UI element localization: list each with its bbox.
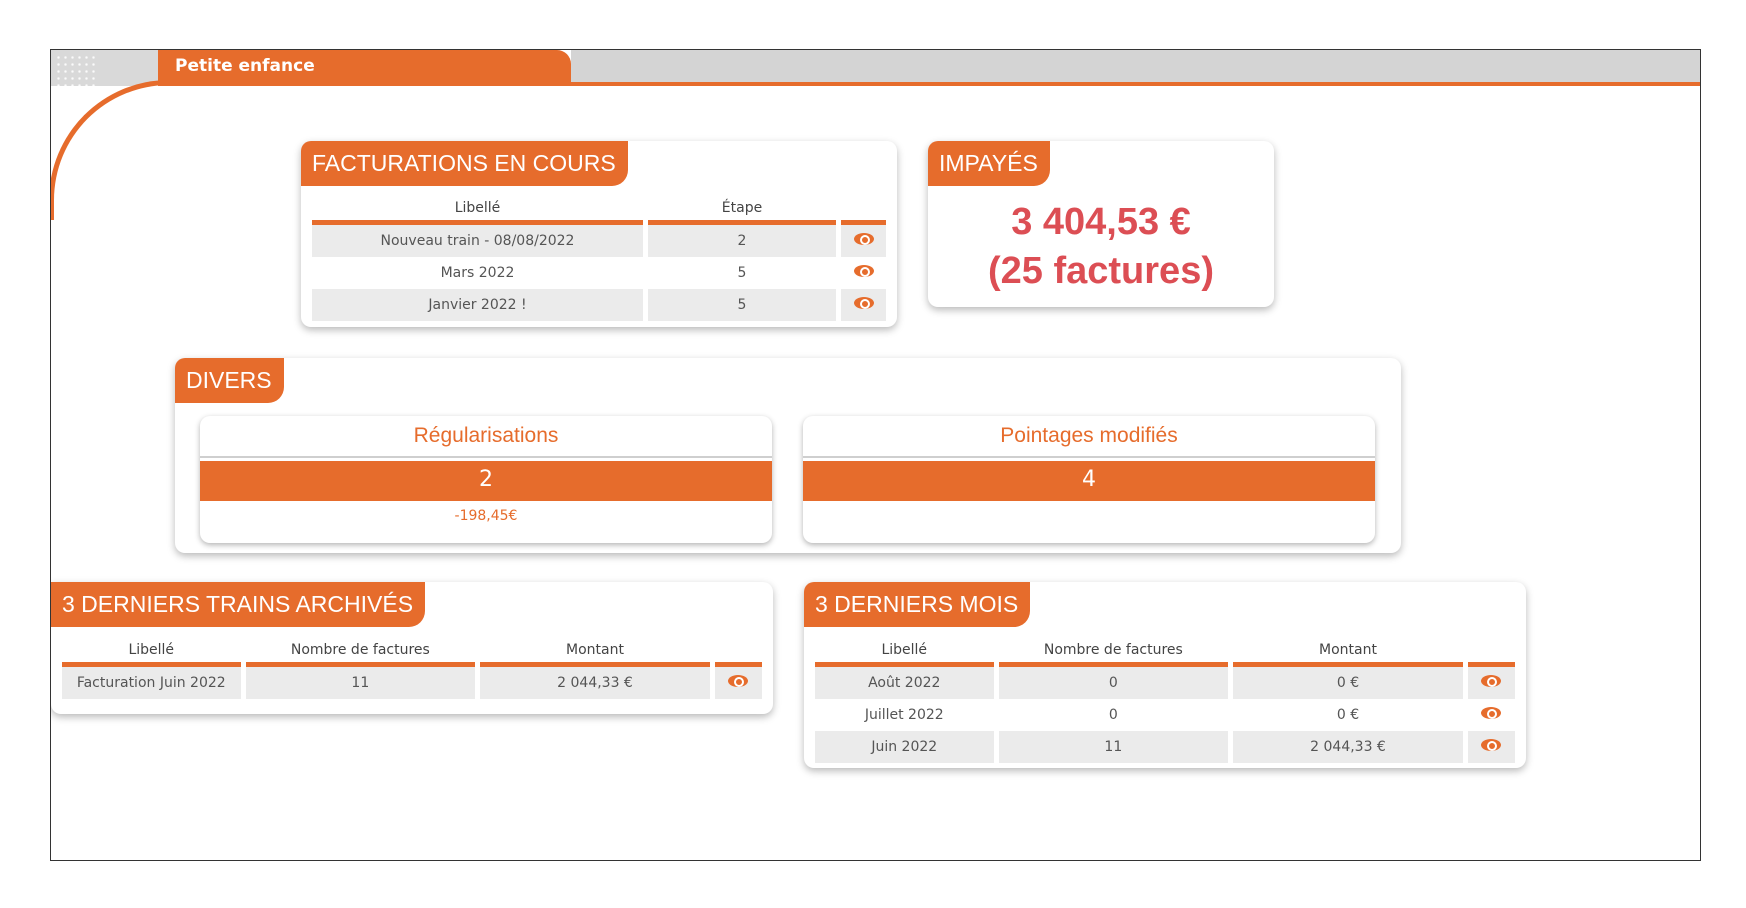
col-actions	[841, 195, 886, 225]
row-libelle: Nouveau train - 08/08/2022	[312, 225, 643, 257]
pointages-panel[interactable]: Pointages modifiés 4	[803, 416, 1375, 543]
derniers-mois-card: 3 DERNIERS MOIS Libellé Nombre de factur…	[804, 582, 1526, 768]
derniers-mois-title: 3 DERNIERS MOIS	[804, 582, 1031, 627]
view-button[interactable]	[841, 257, 886, 289]
col-libelle: Libellé	[312, 195, 643, 225]
regularisations-count: 2	[200, 461, 772, 501]
facturations-card: FACTURATIONS EN COURS Libellé Étape Nouv…	[301, 141, 897, 327]
row-libelle: Juillet 2022	[864, 707, 944, 723]
row-montant: 0 €	[1336, 707, 1360, 723]
row-libelle: Juin 2022	[815, 731, 994, 763]
eye-icon[interactable]	[1481, 706, 1502, 720]
col-nombre: Nombre de factures	[245, 637, 476, 667]
col-montant: Montant	[480, 637, 710, 667]
facturations-table: Libellé Étape Nouveau train - 08/08/2022…	[307, 195, 891, 321]
view-button[interactable]	[714, 667, 762, 699]
eye-icon[interactable]	[853, 296, 874, 310]
col-actions	[714, 637, 762, 667]
row-libelle: Facturation Juin 2022	[62, 667, 241, 699]
table-row: Juillet 2022 0 0 €	[815, 699, 1515, 731]
regularisations-panel[interactable]: Régularisations 2 -198,45€	[200, 416, 772, 543]
regularisations-title: Régularisations	[200, 416, 772, 458]
divers-title: DIVERS	[175, 358, 284, 403]
col-etape: Étape	[648, 195, 836, 225]
row-etape: 2	[648, 225, 836, 257]
col-montant: Montant	[1233, 637, 1463, 667]
derniers-mois-table: Libellé Nombre de factures Montant Août …	[810, 637, 1520, 763]
row-nombre: 0	[1108, 707, 1118, 723]
view-button[interactable]	[1467, 731, 1515, 763]
row-libelle: Août 2022	[815, 667, 994, 699]
row-montant: 0 €	[1233, 667, 1463, 699]
trains-archives-card: 3 DERNIERS TRAINS ARCHIVÉS Libellé Nombr…	[51, 582, 773, 714]
table-row: Août 2022 0 0 €	[815, 667, 1515, 699]
eye-icon[interactable]	[1481, 674, 1502, 688]
view-button[interactable]	[841, 289, 886, 321]
table-row: Facturation Juin 2022 11 2 044,33 €	[62, 667, 762, 699]
trains-archives-title: 3 DERNIERS TRAINS ARCHIVÉS	[51, 582, 426, 627]
eye-icon[interactable]	[1481, 738, 1502, 752]
row-libelle: Janvier 2022 !	[312, 289, 643, 321]
impayes-card: IMPAYÉS 3 404,53 € (25 factures)	[928, 141, 1274, 307]
row-etape: 5	[737, 265, 747, 281]
dashboard-frame: Petite enfance FACTURATIONS EN COURS Lib…	[50, 49, 1701, 861]
trains-archives-table: Libellé Nombre de factures Montant Factu…	[57, 637, 767, 699]
header-corner-decoration	[51, 50, 161, 94]
pointages-title: Pointages modifiés	[803, 416, 1375, 458]
impayes-amount: 3 404,53 €	[1011, 201, 1191, 243]
facturations-title: FACTURATIONS EN COURS	[301, 141, 628, 186]
header-curve-decoration	[51, 80, 209, 220]
row-montant: 2 044,33 €	[1233, 731, 1463, 763]
divers-card: DIVERS Régularisations 2 -198,45€ Pointa…	[175, 358, 1401, 553]
col-nombre: Nombre de factures	[998, 637, 1229, 667]
row-nombre: 11	[998, 731, 1229, 763]
col-libelle: Libellé	[815, 637, 994, 667]
table-row: Janvier 2022 ! 5	[312, 289, 886, 321]
row-etape: 5	[648, 289, 836, 321]
eye-icon[interactable]	[853, 264, 874, 278]
view-button[interactable]	[841, 225, 886, 257]
regularisations-amount: -198,45€	[454, 508, 518, 524]
impayes-title: IMPAYÉS	[928, 141, 1050, 186]
row-montant: 2 044,33 €	[480, 667, 710, 699]
row-libelle: Mars 2022	[440, 265, 515, 281]
col-libelle: Libellé	[62, 637, 241, 667]
section-tab-petite-enfance[interactable]: Petite enfance	[158, 50, 571, 86]
table-row: Juin 2022 11 2 044,33 €	[815, 731, 1515, 763]
header-bar	[571, 50, 1700, 82]
row-nombre: 0	[998, 667, 1229, 699]
impayes-count: (25 factures)	[988, 250, 1214, 292]
view-button[interactable]	[1468, 699, 1515, 731]
table-row: Mars 2022 5	[312, 257, 886, 289]
row-nombre: 11	[245, 667, 476, 699]
eye-icon[interactable]	[728, 674, 749, 688]
pointages-count: 4	[803, 461, 1375, 501]
table-row: Nouveau train - 08/08/2022 2	[312, 225, 886, 257]
eye-icon[interactable]	[853, 232, 874, 246]
view-button[interactable]	[1467, 667, 1515, 699]
col-actions	[1467, 637, 1515, 667]
